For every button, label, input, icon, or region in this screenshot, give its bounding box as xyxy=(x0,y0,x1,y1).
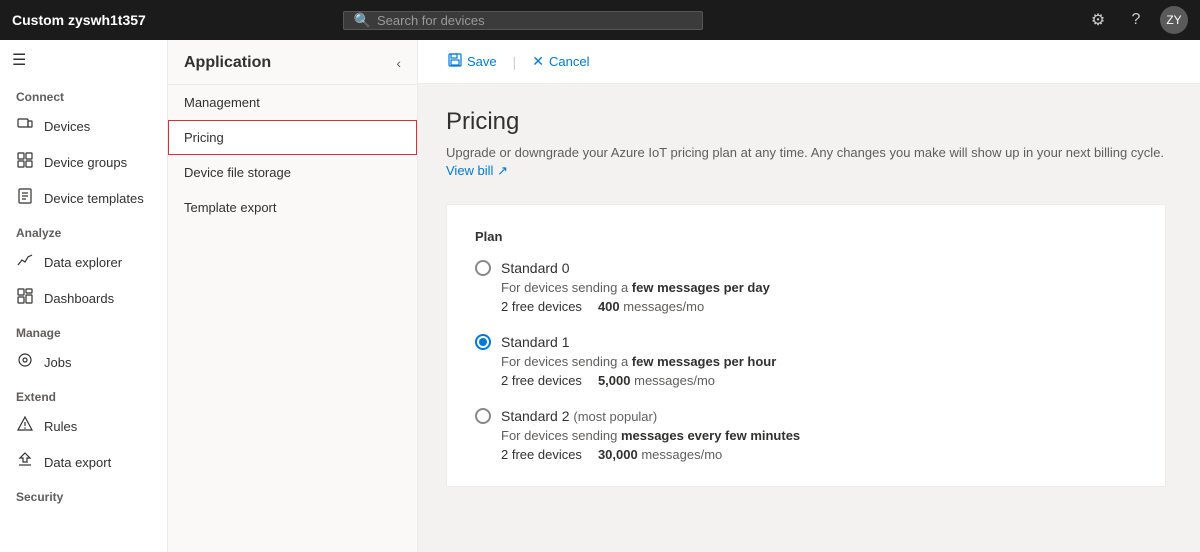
sidebar-item-dashboards[interactable]: Dashboards xyxy=(0,280,167,316)
plan-option-standard2-details: 2 free devices 30,000 messages/mo xyxy=(475,447,1137,462)
plan-option-standard1-desc: For devices sending a few messages per h… xyxy=(475,354,1137,369)
plan-option-standard1-header: Standard 1 xyxy=(475,334,1137,350)
devices-label: Devices xyxy=(44,119,90,134)
view-bill-label: View bill xyxy=(446,163,493,178)
connect-section-label: Connect xyxy=(0,80,167,108)
subtitle-text: Upgrade or downgrade your Azure IoT pric… xyxy=(446,145,1164,160)
search-input[interactable] xyxy=(377,13,692,28)
save-icon xyxy=(448,53,462,70)
sidebar-item-data-explorer[interactable]: Data explorer xyxy=(0,244,167,280)
cancel-icon: ✕ xyxy=(532,53,544,70)
menu-item-device-file-storage[interactable]: Device file storage xyxy=(168,155,417,190)
pricing-label: Pricing xyxy=(184,130,224,145)
sidebar-item-rules[interactable]: Rules xyxy=(0,408,167,444)
template-export-label: Template export xyxy=(184,200,277,215)
plan-option-standard0[interactable]: Standard 0 For devices sending a few mes… xyxy=(475,260,1137,314)
sidebar-item-data-export[interactable]: Data export xyxy=(0,444,167,480)
cancel-button[interactable]: ✕ Cancel xyxy=(522,48,599,75)
search-icon: 🔍 xyxy=(354,12,371,29)
main-layout: ☰ Connect Devices Device groups Device t… xyxy=(0,40,1200,552)
plan-option-standard2-header: Standard 2 (most popular) xyxy=(475,408,1137,424)
hamburger-button[interactable]: ☰ xyxy=(0,40,167,80)
sidebar-item-device-templates[interactable]: Device templates xyxy=(0,180,167,216)
data-export-icon xyxy=(16,452,34,472)
data-explorer-label: Data explorer xyxy=(44,255,122,270)
topbar-icons: ⚙ ? ZY xyxy=(1084,6,1188,34)
sidebar-item-jobs[interactable]: Jobs xyxy=(0,344,167,380)
plan-option-standard2-name: Standard 2 (most popular) xyxy=(501,408,657,424)
plan-option-standard0-header: Standard 0 xyxy=(475,260,1137,276)
device-templates-label: Device templates xyxy=(44,191,144,206)
search-bar[interactable]: 🔍 xyxy=(343,11,703,30)
menu-item-pricing[interactable]: Pricing xyxy=(168,120,417,155)
plan-option-standard1[interactable]: Standard 1 For devices sending a few mes… xyxy=(475,334,1137,388)
jobs-icon xyxy=(16,352,34,372)
analyze-section-label: Analyze xyxy=(0,216,167,244)
plan-option-standard0-name: Standard 0 xyxy=(501,260,570,276)
devices-icon xyxy=(16,116,34,136)
data-export-label: Data export xyxy=(44,455,111,470)
device-file-storage-label: Device file storage xyxy=(184,165,291,180)
cancel-label: Cancel xyxy=(549,54,589,69)
collapse-button[interactable]: ‹ xyxy=(396,55,401,71)
save-button[interactable]: Save xyxy=(438,48,507,75)
help-icon[interactable]: ? xyxy=(1122,6,1150,34)
view-bill-link[interactable]: View bill ↗ xyxy=(446,163,508,178)
plan-radio-standard0[interactable] xyxy=(475,260,491,276)
plan-option-standard0-details: 2 free devices 400 messages/mo xyxy=(475,299,1137,314)
sidebar-item-devices[interactable]: Devices xyxy=(0,108,167,144)
plan-option-standard2-desc: For devices sending messages every few m… xyxy=(475,428,1137,443)
extend-section-label: Extend xyxy=(0,380,167,408)
plan-option-standard2[interactable]: Standard 2 (most popular) For devices se… xyxy=(475,408,1137,462)
dashboards-label: Dashboards xyxy=(44,291,114,306)
content-toolbar: Save | ✕ Cancel xyxy=(418,40,1200,84)
application-panel-header: Application ‹ xyxy=(168,40,417,85)
rules-label: Rules xyxy=(44,419,77,434)
content-body: Pricing Upgrade or downgrade your Azure … xyxy=(418,84,1200,511)
page-title: Pricing xyxy=(446,108,1172,136)
plan-option-standard1-name: Standard 1 xyxy=(501,334,570,350)
view-bill-icon: ↗ xyxy=(497,163,508,178)
sidebar-item-device-groups[interactable]: Device groups xyxy=(0,144,167,180)
avatar[interactable]: ZY xyxy=(1160,6,1188,34)
dashboards-icon xyxy=(16,288,34,308)
toolbar-divider: | xyxy=(513,54,517,70)
device-groups-label: Device groups xyxy=(44,155,127,170)
application-panel-title: Application xyxy=(184,54,271,72)
content-area: Save | ✕ Cancel Pricing Upgrade or downg… xyxy=(418,40,1200,552)
settings-icon[interactable]: ⚙ xyxy=(1084,6,1112,34)
device-groups-icon xyxy=(16,152,34,172)
topbar: Custom zyswh1t357 🔍 ⚙ ? ZY xyxy=(0,0,1200,40)
page-subtitle: Upgrade or downgrade your Azure IoT pric… xyxy=(446,144,1172,180)
device-templates-icon xyxy=(16,188,34,208)
jobs-label: Jobs xyxy=(44,355,71,370)
app-title: Custom zyswh1t357 xyxy=(12,12,146,28)
plan-card: Plan Standard 0 For devices sending a fe… xyxy=(446,204,1166,487)
management-label: Management xyxy=(184,95,260,110)
rules-icon xyxy=(16,416,34,436)
menu-item-template-export[interactable]: Template export xyxy=(168,190,417,225)
menu-item-management[interactable]: Management xyxy=(168,85,417,120)
save-label: Save xyxy=(467,54,497,69)
data-explorer-icon xyxy=(16,252,34,272)
plan-radio-standard2[interactable] xyxy=(475,408,491,424)
security-section-label: Security xyxy=(0,480,167,508)
manage-section-label: Manage xyxy=(0,316,167,344)
plan-option-standard1-details: 2 free devices 5,000 messages/mo xyxy=(475,373,1137,388)
plan-radio-standard1[interactable] xyxy=(475,334,491,350)
plan-label: Plan xyxy=(475,229,1137,244)
application-panel: Application ‹ Management Pricing Device … xyxy=(168,40,418,552)
left-nav: ☰ Connect Devices Device groups Device t… xyxy=(0,40,168,552)
plan-option-standard0-desc: For devices sending a few messages per d… xyxy=(475,280,1137,295)
